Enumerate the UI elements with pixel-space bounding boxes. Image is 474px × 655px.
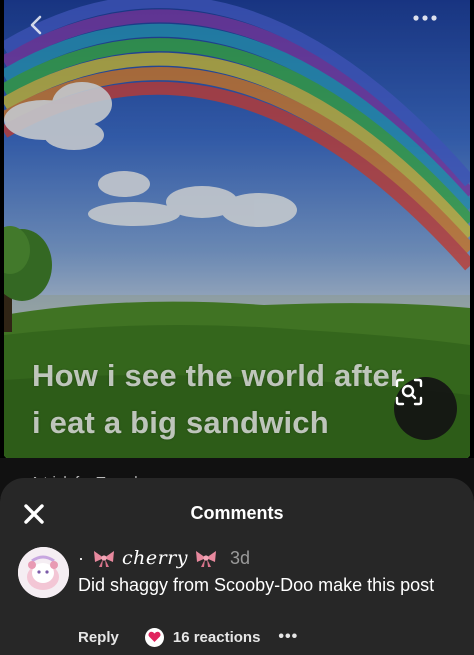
comment-text: Did shaggy from Scooby-Doo make this pos… [78,575,435,595]
comment-more-button[interactable]: ••• [278,628,298,646]
sheet-title: Comments [190,503,284,523]
avatar-image [18,547,69,598]
comments-sheet: Comments · cherry 3d Did shaggy from Sco… [0,478,474,655]
bow-icon [94,551,114,567]
comment-header: · cherry 3d [78,546,250,570]
username[interactable]: cherry [122,547,188,569]
comment-actions: Reply 16 reactions ••• [78,626,298,648]
back-button[interactable] [28,14,64,50]
chevron-left-icon [30,15,42,35]
reply-button[interactable]: Reply [78,629,119,646]
pin-image[interactable]: How i see the world after i eat a big sa… [4,0,470,458]
reactions-count[interactable]: 16 reactions [173,629,261,646]
more-horizontal-icon [413,15,437,21]
avatar[interactable] [18,547,69,598]
more-options-button[interactable] [412,14,448,50]
bow-icon [196,551,217,567]
lens-search-icon [395,378,423,406]
visual-search-button[interactable] [394,377,457,440]
comment-timestamp: 3d [230,547,251,568]
heart-icon [148,631,161,642]
name-prefix: · [78,547,84,568]
comment-item: · cherry 3d Did shaggy from Scooby-Doo m… [0,544,474,655]
reaction-badge[interactable] [144,627,164,647]
